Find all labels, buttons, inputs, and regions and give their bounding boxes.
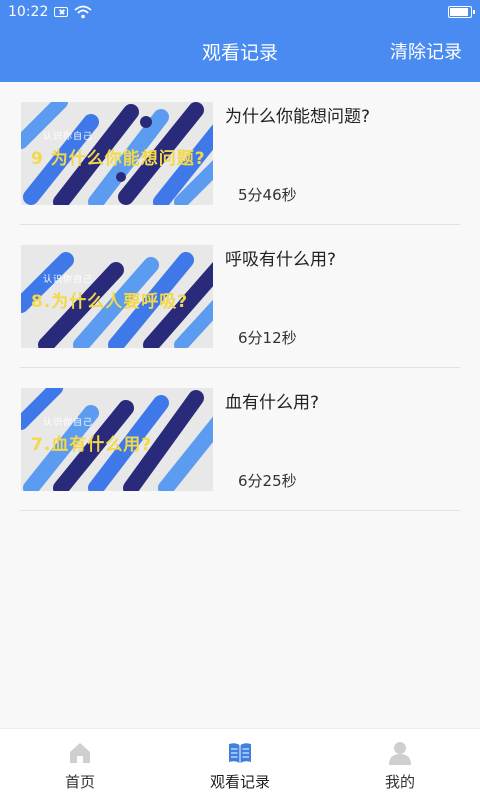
thumbnail-episode-label: 9 为什么你能想问题? <box>31 149 206 169</box>
video-thumbnail[interactable]: 认识你自己 9 为什么你能想问题? <box>21 102 213 205</box>
list-item[interactable]: 认识你自己 7.血有什么用? 血有什么用? 6分25秒 <box>20 368 460 511</box>
thumbnail-series-label: 认识你自己 <box>43 132 94 142</box>
person-icon <box>389 742 411 765</box>
nav-item-home[interactable]: 首页 <box>0 729 160 800</box>
list-item[interactable]: 认识你自己 8.为什么人要呼吸? 呼吸有什么用? 6分12秒 <box>20 225 460 368</box>
video-duration: 5分46秒 <box>238 186 297 204</box>
video-title[interactable]: 血有什么用? <box>225 388 319 413</box>
list-item[interactable]: 认识你自己 9 为什么你能想问题? 为什么你能想问题? 5分46秒 <box>20 82 460 225</box>
video-duration: 6分25秒 <box>238 472 297 490</box>
video-thumbnail[interactable]: 认识你自己 8.为什么人要呼吸? <box>21 245 213 348</box>
bottom-nav: 首页 观看记录 我的 <box>0 728 480 800</box>
book-icon <box>229 743 251 763</box>
nav-item-mine[interactable]: 我的 <box>320 729 480 800</box>
thumbnail-episode-label: 7.血有什么用? <box>31 435 153 455</box>
status-bar: 10:22 <box>0 0 480 24</box>
battery-icon <box>448 6 475 18</box>
nav-label-mine: 我的 <box>384 773 415 791</box>
status-time: 10:22 <box>8 4 49 20</box>
wifi-icon <box>74 5 92 19</box>
video-thumbnail[interactable]: 认识你自己 7.血有什么用? <box>21 388 213 491</box>
nav-label-home: 首页 <box>64 773 95 791</box>
video-duration: 6分12秒 <box>238 329 297 347</box>
thumbnail-series-label: 认识你自己 <box>43 275 94 285</box>
thumbnail-episode-label: 8.为什么人要呼吸? <box>31 292 189 312</box>
clear-history-button[interactable]: 清除记录 <box>390 38 462 64</box>
video-title[interactable]: 呼吸有什么用? <box>225 245 336 270</box>
no-sim-icon <box>54 7 69 17</box>
app-header: 10:22 观看记录 清除记录 <box>0 0 480 82</box>
history-list: 认识你自己 9 为什么你能想问题? 为什么你能想问题? 5分46秒 认识你自己 … <box>20 82 460 511</box>
nav-label-history: 观看记录 <box>209 773 270 791</box>
thumbnail-series-label: 认识你自己 <box>43 418 94 428</box>
home-icon <box>70 743 90 763</box>
nav-item-history[interactable]: 观看记录 <box>160 729 320 800</box>
video-title[interactable]: 为什么你能想问题? <box>225 102 370 127</box>
